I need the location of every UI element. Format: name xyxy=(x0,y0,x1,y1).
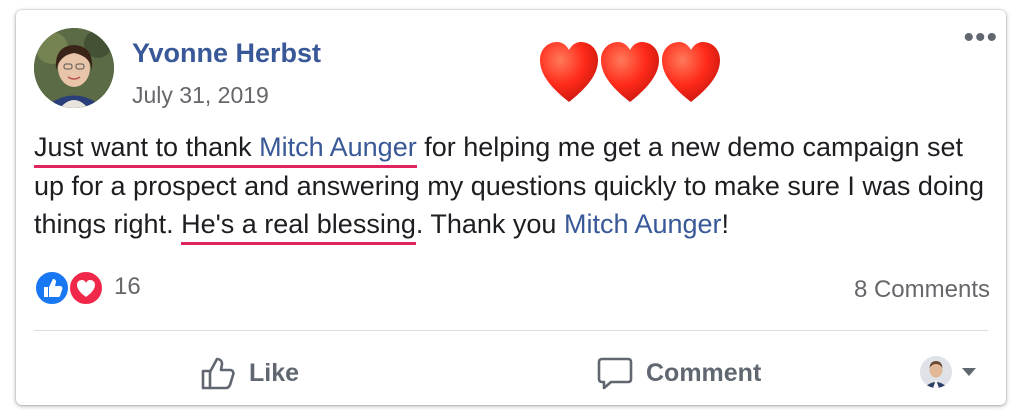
thumbs-up-icon xyxy=(201,357,235,390)
post-card: Yvonne Herbst July 31, 2019 ••• Just wan… xyxy=(16,10,1006,405)
like-label: Like xyxy=(249,358,300,387)
mention-link[interactable]: Mitch Aunger xyxy=(564,209,722,239)
like-button[interactable]: Like xyxy=(199,350,299,396)
comment-label: Comment xyxy=(646,358,762,387)
author-avatar[interactable] xyxy=(34,28,114,108)
post-text: Just want to thank Mitch Aunger for help… xyxy=(34,128,994,245)
comment-button[interactable]: Comment xyxy=(596,350,761,396)
share-audience-selector[interactable] xyxy=(920,356,978,388)
mention-link[interactable]: Mitch Aunger xyxy=(259,132,417,162)
comments-count-link[interactable]: 8 Comments xyxy=(854,276,990,304)
underlined-text-2: He's a real blessing xyxy=(181,209,416,245)
text-part-4: . Thank you xyxy=(415,209,564,239)
reactions-summary[interactable]: 16 xyxy=(34,268,141,306)
more-options-icon[interactable]: ••• xyxy=(963,23,998,53)
love-reaction-icon xyxy=(68,270,104,306)
text-part-5: ! xyxy=(721,209,730,239)
underlined-text-1: Just want to thank Mitch Aunger xyxy=(34,132,417,168)
hearts-icon xyxy=(538,38,723,108)
divider xyxy=(34,330,988,331)
like-reaction-icon xyxy=(34,270,70,306)
chevron-down-icon xyxy=(962,368,976,376)
user-avatar xyxy=(920,356,952,388)
text-part-1: Just want to thank xyxy=(34,132,260,162)
post-date[interactable]: July 31, 2019 xyxy=(132,82,269,109)
comment-icon xyxy=(597,357,633,390)
reaction-icons xyxy=(34,268,110,306)
author-name[interactable]: Yvonne Herbst xyxy=(132,38,321,69)
reaction-count: 16 xyxy=(114,273,141,300)
